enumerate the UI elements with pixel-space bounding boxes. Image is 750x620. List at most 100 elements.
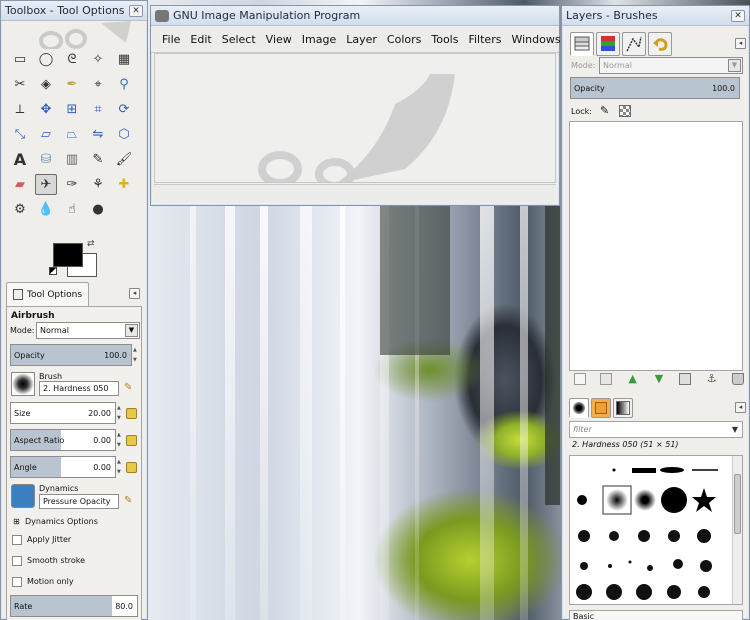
tool-ellipse-select[interactable]: ◯ <box>35 49 57 70</box>
mode-select[interactable]: Normal ▼ <box>36 322 140 339</box>
tab-brushes[interactable] <box>569 398 589 418</box>
tool-move[interactable]: ✥ <box>35 99 57 120</box>
layer-opacity-slider[interactable]: Opacity 100.0 <box>570 77 740 99</box>
tab-channels[interactable] <box>596 32 620 56</box>
menu-edit[interactable]: Edit <box>185 33 216 46</box>
brush-grid[interactable] <box>569 455 743 605</box>
image-window-titlebar[interactable]: GNU Image Manipulation Program <box>151 6 559 26</box>
tab-patterns[interactable] <box>591 398 611 418</box>
tool-dodge-burn[interactable]: ● <box>87 199 109 220</box>
lock-alpha-icon[interactable] <box>619 105 631 117</box>
layers-titlebar[interactable]: Layers - Brushes ✕ <box>562 6 749 26</box>
tool-perspective[interactable]: ⏢ <box>61 124 83 145</box>
brush-filter-input[interactable]: filter ▼ <box>569 421 743 438</box>
tool-align[interactable]: ⊞ <box>61 99 83 120</box>
tool-bucket-fill[interactable]: ⛁ <box>35 149 57 170</box>
close-icon[interactable]: ✕ <box>731 9 745 22</box>
tab-layers[interactable] <box>570 32 594 56</box>
brush-scrollbar[interactable] <box>732 456 742 604</box>
layers-list[interactable] <box>569 121 743 371</box>
tool-airbrush[interactable]: ✈ <box>35 174 57 195</box>
lock-pixels-icon[interactable]: ✎ <box>600 104 609 117</box>
brush-name-field[interactable]: 2. Hardness 050 <box>39 381 119 396</box>
tab-gradients[interactable] <box>613 398 633 418</box>
delete-layer-icon[interactable] <box>731 373 744 385</box>
edit-brush-icon[interactable]: ✎ <box>124 382 132 393</box>
apply-jitter-checkbox[interactable] <box>12 535 22 545</box>
reset-aspect-icon[interactable] <box>126 435 137 446</box>
tool-rotate[interactable]: ⟳ <box>113 99 135 120</box>
menu-colors[interactable]: Colors <box>382 33 426 46</box>
aspect-ratio-spinner[interactable]: ▲ ▼ <box>117 430 123 450</box>
dynamics-field[interactable]: Pressure Opacity <box>39 494 119 509</box>
tool-cage-transform[interactable]: ⬡ <box>113 124 135 145</box>
reset-angle-icon[interactable] <box>126 462 137 473</box>
tool-select-by-color[interactable]: ▦ <box>113 49 135 70</box>
empty-canvas-area[interactable] <box>154 53 556 183</box>
scrollbar-thumb[interactable] <box>734 474 741 534</box>
tool-foreground-select[interactable]: ◈ <box>35 74 57 95</box>
tool-zoom[interactable]: ⚲ <box>113 74 135 95</box>
expand-icon[interactable]: ⊞ <box>13 517 20 526</box>
menu-select[interactable]: Select <box>217 33 261 46</box>
angle-spinner[interactable]: ▲ ▼ <box>117 457 123 477</box>
tool-blur[interactable]: 💧 <box>35 199 57 220</box>
tool-rect-select[interactable]: ▭ <box>9 49 31 70</box>
tool-measure[interactable]: ⟂ <box>9 99 31 120</box>
tool-fuzzy-select[interactable]: ✧ <box>87 49 109 70</box>
swap-colors-icon[interactable]: ⇄ <box>87 239 95 249</box>
new-layer-group-icon[interactable] <box>600 373 613 385</box>
tool-shear[interactable]: ▱ <box>35 124 57 145</box>
layer-mode-select[interactable]: Normal ▼ <box>599 57 743 74</box>
close-icon[interactable]: ✕ <box>129 4 143 17</box>
tool-perspective-clone[interactable]: ⚙ <box>9 199 31 220</box>
lower-layer-icon[interactable]: ▼ <box>653 373 665 385</box>
rate-slider[interactable]: Rate 80.0 <box>10 595 138 617</box>
angle-slider[interactable]: Angle 0.00 ▲ ▼ <box>10 456 121 478</box>
edit-dynamics-icon[interactable]: ✎ <box>124 495 132 506</box>
dynamics-options-toggle[interactable]: Dynamics Options <box>25 517 98 526</box>
tool-pencil[interactable]: ✎ <box>87 149 109 170</box>
panel-menu-icon[interactable]: ◂ <box>735 402 746 413</box>
menu-image[interactable]: Image <box>297 33 341 46</box>
tab-paths[interactable] <box>622 32 646 56</box>
panel-menu-icon[interactable]: ◂ <box>129 288 140 299</box>
tool-heal[interactable]: ✚ <box>113 174 135 195</box>
dynamics-preview-icon[interactable] <box>11 484 35 508</box>
tool-crop[interactable]: ⌗ <box>87 99 109 120</box>
opacity-spinner[interactable]: ▲ ▼ <box>133 345 139 365</box>
reset-size-icon[interactable] <box>126 408 137 419</box>
tool-paintbrush[interactable]: 🖌 <box>113 149 135 170</box>
menu-view[interactable]: View <box>261 33 297 46</box>
tool-smudge[interactable]: ☝ <box>61 199 83 220</box>
tab-undo-history[interactable] <box>648 32 672 56</box>
size-spinner[interactable]: ▲ ▼ <box>117 403 123 423</box>
toolbox-titlebar[interactable]: Toolbox - Tool Options ✕ <box>1 1 147 21</box>
foreground-color-swatch[interactable] <box>53 243 83 267</box>
tab-tool-options[interactable]: Tool Options <box>6 282 90 306</box>
panel-menu-icon[interactable]: ◂ <box>735 38 746 49</box>
menu-windows[interactable]: Windows <box>506 33 565 46</box>
tool-flip[interactable]: ⇋ <box>87 124 109 145</box>
default-colors-icon[interactable] <box>49 267 57 275</box>
brush-preview[interactable] <box>11 372 35 396</box>
menu-tools[interactable]: Tools <box>426 33 463 46</box>
tool-eraser[interactable]: ▰ <box>9 174 31 195</box>
anchor-layer-icon[interactable]: ⚓ <box>706 373 718 385</box>
tool-text[interactable]: A <box>9 149 31 170</box>
opacity-slider[interactable]: Opacity 100.0 ▲ ▼ <box>10 344 137 366</box>
duplicate-layer-icon[interactable] <box>679 373 692 385</box>
tool-scissors-select[interactable]: ✂ <box>9 74 31 95</box>
brush-preset-select[interactable]: Basic <box>569 610 743 620</box>
tool-paths[interactable]: ✒ <box>61 74 83 95</box>
tool-scale[interactable]: ⤡ <box>9 124 31 145</box>
tool-free-select[interactable]: ᘓ <box>61 49 83 70</box>
raise-layer-icon[interactable]: ▲ <box>627 373 639 385</box>
motion-only-checkbox[interactable] <box>12 577 22 587</box>
menu-layer[interactable]: Layer <box>341 33 382 46</box>
tool-blend[interactable]: ▥ <box>61 149 83 170</box>
menu-file[interactable]: File <box>157 33 185 46</box>
tool-color-picker[interactable]: ⌖ <box>87 74 109 95</box>
menu-filters[interactable]: Filters <box>463 33 506 46</box>
tool-clone[interactable]: ⚘ <box>87 174 109 195</box>
